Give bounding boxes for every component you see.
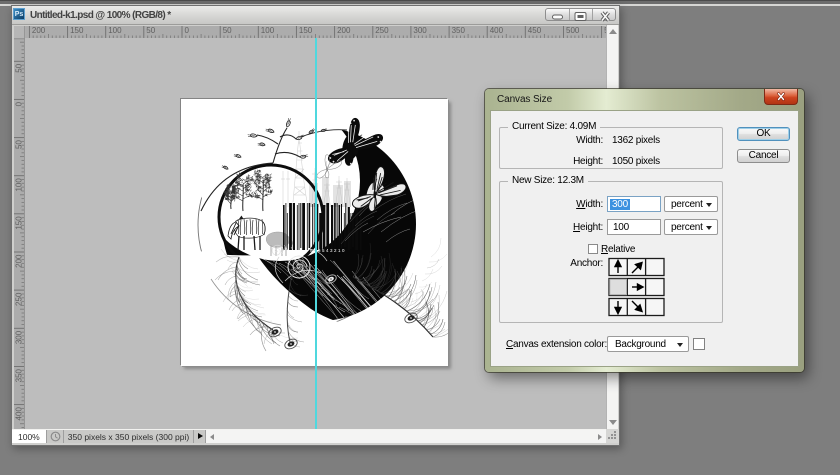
svg-text:100: 100 xyxy=(15,178,24,192)
svg-text:250: 250 xyxy=(375,26,389,35)
svg-text:100: 100 xyxy=(261,26,275,35)
svg-text:250: 250 xyxy=(15,292,24,306)
svg-text:50: 50 xyxy=(15,140,24,149)
svg-text:300: 300 xyxy=(413,26,427,35)
svg-text:50: 50 xyxy=(15,63,24,72)
svg-text:0: 0 xyxy=(15,101,24,106)
svg-text:200: 200 xyxy=(337,26,351,35)
svg-text:200: 200 xyxy=(32,26,46,35)
svg-text:100: 100 xyxy=(108,26,122,35)
svg-text:300: 300 xyxy=(15,330,24,344)
svg-text:400: 400 xyxy=(15,407,24,421)
svg-text:150: 150 xyxy=(299,26,313,35)
svg-text:150: 150 xyxy=(15,216,24,230)
svg-text:150: 150 xyxy=(70,26,84,35)
svg-text:350: 350 xyxy=(452,26,466,35)
svg-text:400: 400 xyxy=(490,26,504,35)
svg-text:450: 450 xyxy=(528,26,542,35)
svg-text:200: 200 xyxy=(15,254,24,268)
svg-text:500: 500 xyxy=(566,26,580,35)
svg-text:50: 50 xyxy=(146,26,155,35)
svg-text:350: 350 xyxy=(15,368,24,382)
svg-text:50: 50 xyxy=(223,26,232,35)
svg-text:0: 0 xyxy=(185,26,190,35)
